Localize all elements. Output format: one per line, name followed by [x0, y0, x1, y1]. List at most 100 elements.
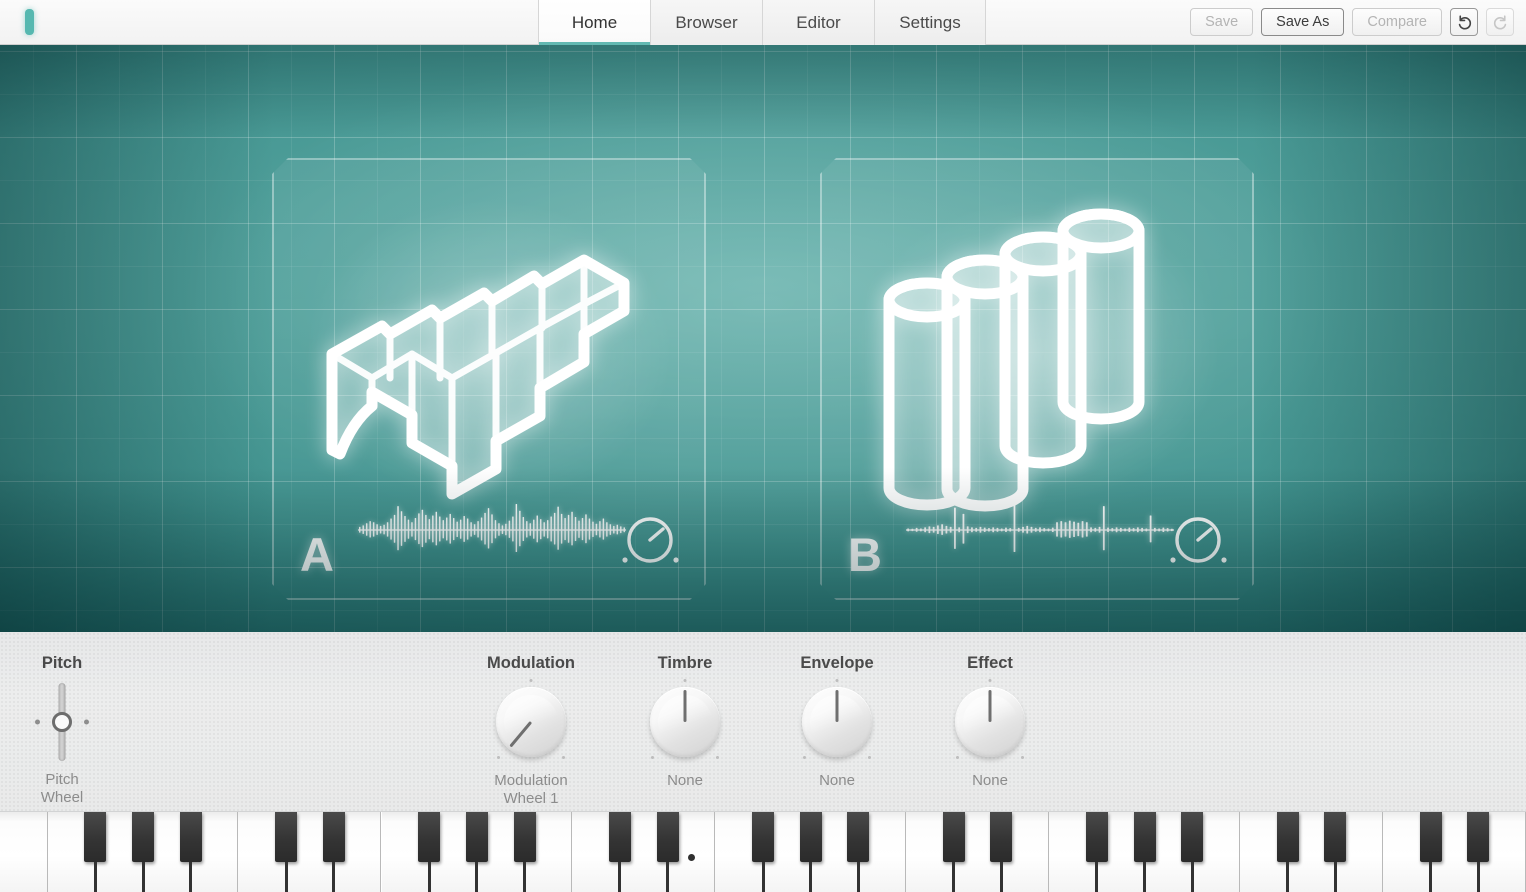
knob-tick-right	[1021, 756, 1024, 759]
black-key-stem	[93, 862, 97, 892]
timbre-knob-pointer	[683, 690, 687, 722]
black-key-stem	[1429, 862, 1433, 892]
modulation-control: Modulation Modulation Wheel 1	[466, 654, 596, 809]
black-key-stem	[1333, 862, 1337, 892]
layer-a-letter: A	[300, 528, 334, 581]
black-key[interactable]	[84, 812, 107, 862]
black-key-stem	[666, 862, 670, 892]
knob-tick-left	[803, 756, 806, 759]
black-key[interactable]	[1467, 812, 1490, 862]
black-key-stem	[1095, 862, 1099, 892]
undo-icon	[1456, 14, 1473, 31]
layer-b-letter: B	[848, 528, 882, 581]
white-key[interactable]	[0, 812, 48, 892]
undo-button[interactable]	[1450, 8, 1478, 36]
black-key[interactable]	[608, 812, 631, 862]
pitch-wheel-dot-right	[84, 719, 89, 725]
knob-tick-left	[956, 756, 959, 759]
black-key[interactable]	[275, 812, 298, 862]
black-key-stem	[1143, 862, 1146, 892]
control-strip: Pitch Pitch Wheel Modulation Modulation …	[0, 632, 1526, 812]
brand-logo-icon	[25, 9, 34, 35]
black-key[interactable]	[179, 812, 202, 862]
pitch-label: Pitch	[41, 654, 83, 672]
black-key[interactable]	[799, 812, 822, 862]
modulation-knob[interactable]	[488, 679, 574, 765]
pitch-control: Pitch Pitch Wheel	[18, 654, 106, 808]
black-key[interactable]	[1419, 812, 1442, 862]
tab-settings[interactable]: Settings	[874, 0, 986, 45]
pitch-value: Pitch Wheel	[40, 771, 84, 807]
black-key[interactable]	[1324, 812, 1347, 862]
redo-button[interactable]	[1486, 8, 1514, 36]
tab-browser[interactable]: Browser	[650, 0, 762, 45]
black-key-stem	[189, 862, 193, 892]
modulation-label: Modulation	[487, 654, 575, 672]
top-toolbar: Home Browser Editor Settings Save Save A…	[0, 0, 1526, 45]
cylinders-icon	[820, 182, 1254, 512]
black-key-stem	[141, 862, 145, 892]
effect-value: None	[972, 772, 1008, 789]
effect-knob[interactable]	[947, 679, 1033, 765]
black-key[interactable]	[847, 812, 870, 862]
layer-b-waveform	[906, 500, 1174, 578]
black-key-stem	[1190, 862, 1194, 892]
black-key[interactable]	[465, 812, 488, 862]
effect-control: Effect None	[930, 654, 1050, 790]
tab-editor-label: Editor	[796, 12, 841, 32]
black-key-stem	[999, 862, 1003, 892]
black-key-stem	[1476, 862, 1480, 892]
compare-button[interactable]: Compare	[1352, 8, 1442, 36]
black-key[interactable]	[132, 812, 155, 862]
black-key[interactable]	[1276, 812, 1299, 862]
bar-blocks-icon	[272, 182, 706, 512]
tab-editor[interactable]: Editor	[762, 0, 874, 45]
timbre-label: Timbre	[657, 654, 713, 672]
black-key-stem	[523, 862, 527, 892]
knob-tick-top	[988, 679, 992, 682]
save-button[interactable]: Save	[1190, 8, 1254, 36]
modulation-value: Modulation Wheel 1	[494, 772, 568, 808]
envelope-control: Envelope None	[770, 654, 904, 790]
black-key[interactable]	[1085, 812, 1108, 862]
layer-b-knob[interactable]	[1164, 514, 1236, 576]
black-key[interactable]	[418, 812, 441, 862]
pitch-wheel[interactable]	[18, 680, 106, 764]
knob-tick-right	[868, 756, 871, 759]
timbre-knob[interactable]	[642, 679, 728, 765]
layer-panel-a[interactable]: A	[272, 158, 706, 600]
black-key[interactable]	[322, 812, 345, 862]
black-key[interactable]	[1133, 812, 1156, 862]
middle-c-dot	[687, 854, 695, 861]
black-key[interactable]	[942, 812, 965, 862]
tab-settings-label: Settings	[899, 12, 961, 32]
layer-a-knob[interactable]	[616, 514, 688, 576]
piano-keyboard[interactable]	[0, 812, 1526, 892]
stage-grid	[0, 45, 1526, 632]
envelope-value: None	[819, 772, 855, 789]
effect-knob-pointer	[988, 690, 992, 722]
tab-home-label: Home	[571, 12, 618, 32]
knob-tick-left	[497, 756, 500, 759]
timbre-value: None	[667, 772, 703, 789]
envelope-knob[interactable]	[794, 679, 880, 765]
layer-stage: A B	[0, 45, 1526, 632]
plugin-window: Home Browser Editor Settings Save Save A…	[0, 0, 1526, 892]
black-key[interactable]	[656, 812, 679, 862]
main-tabs: Home Browser Editor Settings	[538, 0, 986, 45]
knob-tick-top	[835, 679, 839, 682]
layer-panel-b[interactable]: B	[820, 158, 1254, 600]
tab-browser-label: Browser	[675, 12, 738, 32]
black-key[interactable]	[990, 812, 1013, 862]
black-key-stem	[952, 862, 956, 892]
black-key-stem	[427, 862, 431, 892]
pitch-wheel-handle[interactable]	[52, 712, 72, 732]
black-key[interactable]	[513, 812, 536, 862]
black-key[interactable]	[1181, 812, 1204, 862]
black-key-stem	[284, 862, 288, 892]
black-key-stem	[475, 862, 479, 892]
tab-home[interactable]: Home	[538, 0, 650, 45]
black-key[interactable]	[752, 812, 774, 862]
black-key-stem	[332, 862, 336, 892]
save-as-button[interactable]: Save As	[1261, 8, 1345, 36]
